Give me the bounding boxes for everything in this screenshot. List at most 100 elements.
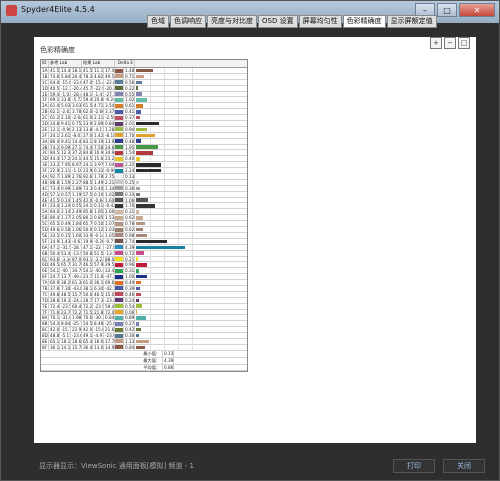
- color-swatch: [115, 215, 124, 221]
- lab-value: -2.66: [94, 109, 104, 115]
- lab-value: 24.11: [50, 132, 60, 138]
- delta-e-bar: [136, 139, 142, 143]
- color-swatch: [115, 285, 124, 291]
- tab-5[interactable]: 色彩精确度: [342, 15, 386, 28]
- tab-0[interactable]: 色域: [147, 15, 169, 28]
- lab-value: 6.34: [94, 285, 104, 291]
- close-window-button[interactable]: ✕: [459, 3, 495, 17]
- lab-value: 10.92: [94, 150, 104, 156]
- lab-value: 3.97: [94, 162, 104, 168]
- color-swatch: [115, 303, 124, 309]
- lab-value: 47.17: [83, 244, 93, 250]
- lab-value: 24.89: [50, 121, 60, 126]
- color-swatch: [115, 150, 124, 156]
- lab-value: 80.44: [50, 215, 60, 221]
- lab-value: -20.49: [72, 85, 82, 91]
- lab-value: -23.07: [72, 79, 82, 85]
- color-swatch: [115, 168, 124, 174]
- delta-e-bar: [136, 151, 154, 155]
- lab-value: 84.84: [83, 150, 93, 156]
- lab-value: -0.42: [105, 203, 115, 209]
- maximize-button[interactable]: □: [437, 3, 457, 17]
- zoom-in-icon[interactable]: +: [430, 37, 442, 49]
- lab-value: 84.04: [50, 209, 60, 215]
- row-id: 4D: [42, 191, 49, 197]
- lab-value: 28.78: [83, 297, 93, 303]
- row-id: 7B: [42, 285, 49, 291]
- close-button[interactable]: 关闭: [443, 459, 485, 473]
- lab-value: 2.76: [72, 174, 82, 179]
- lab-value: 1.49: [94, 179, 104, 185]
- delta-e-bar: [136, 127, 147, 132]
- delta-e-bar: [136, 292, 142, 297]
- lab-value: -3.23: [94, 256, 104, 262]
- delta-e-cell: [135, 221, 193, 227]
- lab-value: 23.29: [50, 162, 60, 168]
- lab-value: -15.84: [94, 327, 104, 333]
- delta-e-value: 0.54: [125, 303, 135, 309]
- tab-6[interactable]: 显示屏额定值: [386, 15, 437, 28]
- lab-value: 16.05: [94, 338, 104, 344]
- lab-value: -0.14: [94, 232, 104, 238]
- print-button[interactable]: 打印: [393, 459, 435, 473]
- lab-value: 1.42: [94, 132, 104, 138]
- lab-value: 41.58: [83, 68, 93, 73]
- color-swatch: [115, 309, 124, 315]
- lab-value: 9.41: [61, 121, 71, 126]
- row-id: 2A: [42, 103, 49, 109]
- color-swatch: [115, 232, 124, 238]
- lab-value: 8.97: [72, 162, 82, 168]
- lab-value: 59.49: [83, 97, 93, 103]
- tab-1[interactable]: 色调响应: [170, 15, 206, 28]
- delta-e-cell: [135, 238, 193, 244]
- lab-value: 40.55: [50, 85, 60, 91]
- lab-value: 14.91: [105, 344, 115, 350]
- row-id: 8B: [42, 321, 49, 327]
- color-swatch: [115, 97, 124, 103]
- lab-value: 1.07: [105, 221, 115, 227]
- color-swatch: [115, 256, 124, 262]
- zoom-out-icon[interactable]: −: [444, 37, 456, 49]
- lab-value: 2.61: [61, 132, 71, 138]
- row-id: 4E: [42, 197, 49, 203]
- delta-e-cell: [135, 309, 193, 315]
- tab-4[interactable]: 屏幕均匀性: [298, 15, 342, 28]
- delta-e-cell: [135, 244, 193, 250]
- lab-value: 47.12: [50, 244, 60, 250]
- lab-value: 8.19: [94, 138, 104, 144]
- lab-value: -49.48: [72, 274, 82, 280]
- lab-value: 93.61: [50, 256, 60, 262]
- tab-3[interactable]: OSD 设置: [258, 15, 298, 28]
- lab-value: 21.84: [94, 309, 104, 315]
- row-id: 8F: [42, 344, 49, 350]
- lab-value: 78.34: [83, 73, 93, 79]
- lab-value: 62.15: [50, 109, 60, 115]
- delta-e-cell: [135, 291, 193, 297]
- lab-value: 3.37: [105, 109, 115, 115]
- lab-value: -15.00: [61, 79, 71, 85]
- row-id: 4C: [42, 185, 49, 191]
- lab-value: 65.76: [83, 221, 93, 227]
- lab-value: 57.97: [94, 262, 104, 268]
- delta-e-bar: [136, 316, 146, 320]
- tab-2[interactable]: 亮度与对比度: [207, 15, 257, 28]
- delta-e-bar: [136, 227, 143, 232]
- row-id: 4A: [42, 174, 49, 179]
- delta-e-value: 0.42: [125, 327, 135, 333]
- app-icon: [6, 5, 17, 16]
- lab-value: -23.57: [61, 303, 71, 309]
- lab-value: 93.14: [83, 256, 93, 262]
- delta-e-value: 0.84: [125, 344, 135, 350]
- summary-row: 最小值： 0.13: [41, 350, 247, 358]
- lab-value: 5.84: [61, 73, 71, 79]
- fit-icon[interactable]: □: [458, 37, 470, 49]
- lab-value: 36.13: [50, 344, 60, 350]
- lab-value: 61.59: [83, 103, 93, 109]
- lab-value: 13.09: [94, 344, 104, 350]
- lab-value: 0.75: [72, 121, 82, 126]
- lab-value: 24.18: [72, 156, 82, 162]
- color-swatch: [115, 174, 124, 179]
- lab-value: 57.51: [83, 191, 93, 197]
- delta-e-value: 0.61: [125, 103, 135, 109]
- lab-value: -31.52: [61, 244, 71, 250]
